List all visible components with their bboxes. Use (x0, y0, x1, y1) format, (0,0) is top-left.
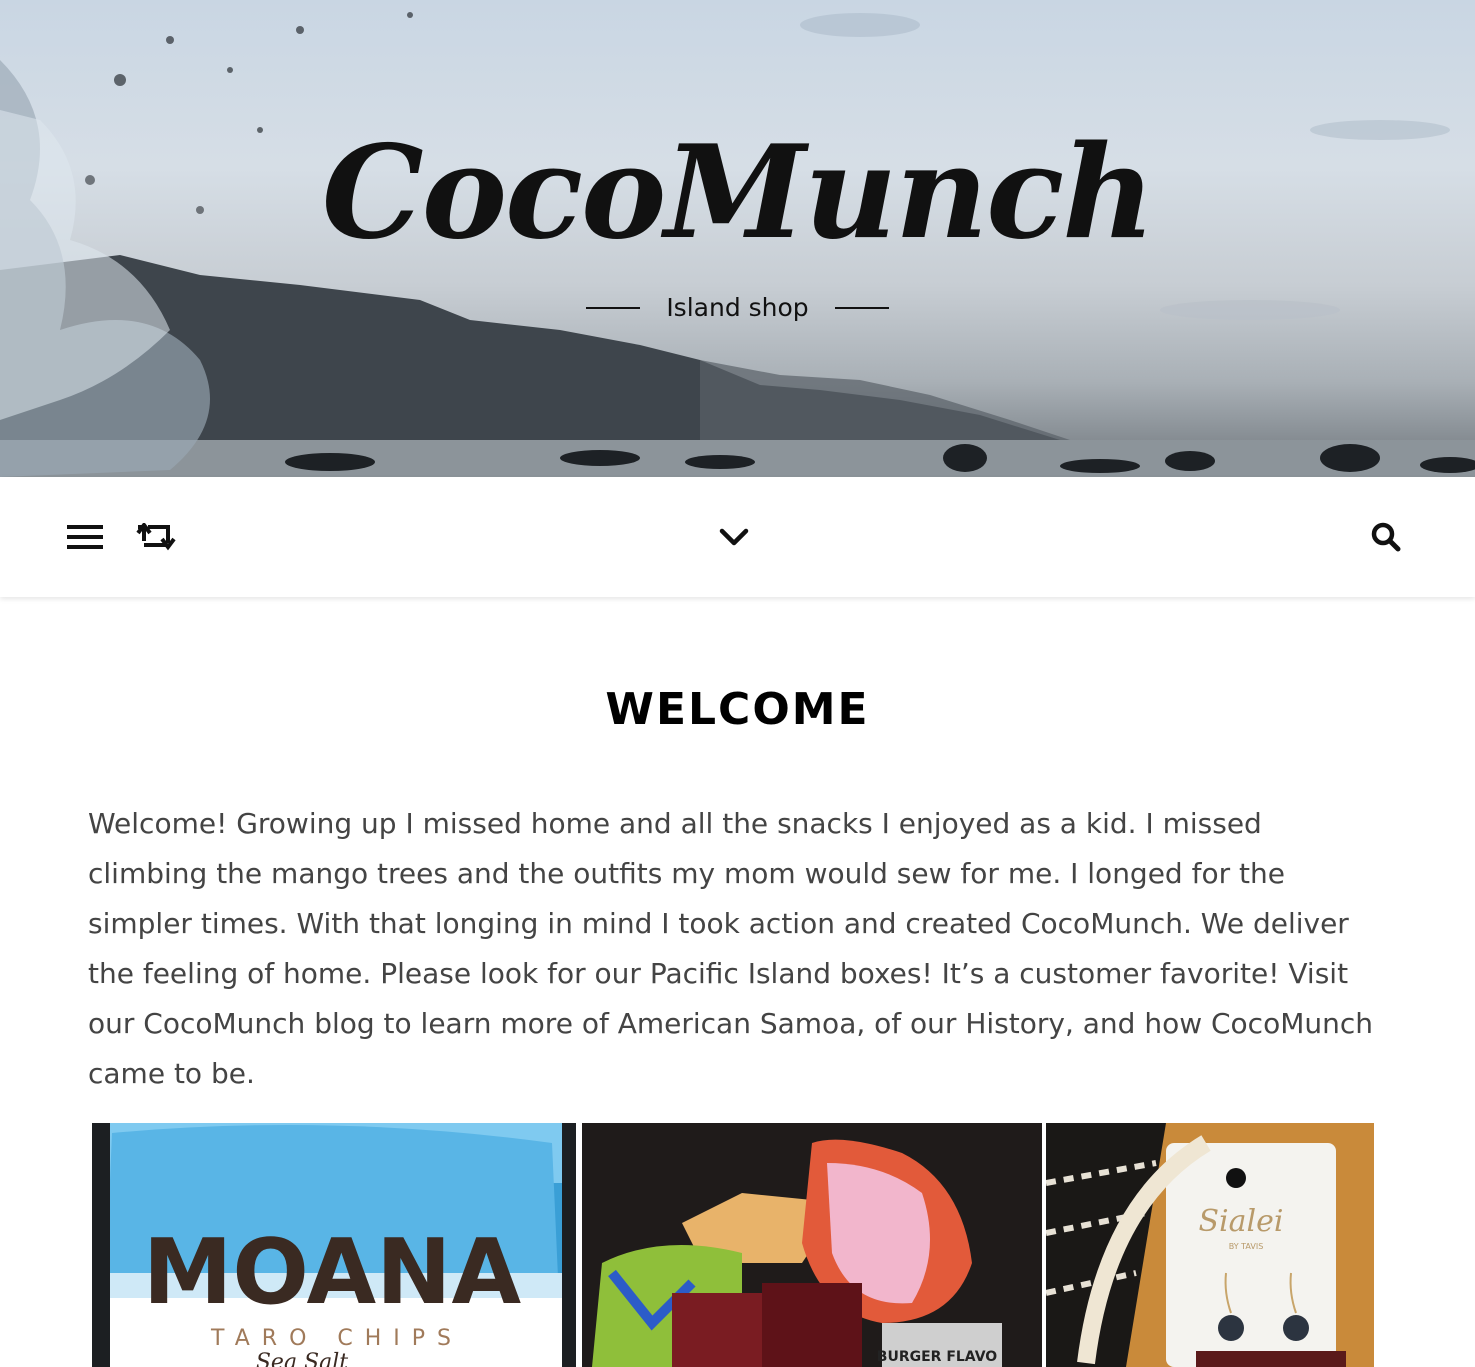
page-title: WELCOME (605, 684, 870, 735)
taro-chips-flavor: Sea Salt (256, 1350, 348, 1367)
shuffle-icon (136, 523, 176, 551)
site-tagline: Island shop (666, 293, 809, 322)
hamburger-icon (67, 525, 103, 549)
gallery-image-island-box[interactable]: BURGER FLAVO (582, 1123, 1042, 1367)
jewelry-brand: Sialei (1199, 1204, 1284, 1239)
gallery-image-jewelry[interactable]: Sialei BY TAVIS (1046, 1123, 1374, 1367)
tagline-rule-right (834, 307, 889, 309)
search-icon (1371, 522, 1401, 552)
gallery-image-taro-chips[interactable]: MOANA TARO CHIPS Sea Salt (92, 1123, 576, 1367)
expand-menu-button[interactable] (714, 517, 754, 557)
taro-chips-photo: MOANA TARO CHIPS Sea Salt (92, 1123, 576, 1367)
intro-paragraph: Welcome! Growing up I missed home and al… (88, 807, 1373, 1090)
search-button[interactable] (1366, 517, 1406, 557)
navigation-bar (0, 477, 1475, 597)
chevron-down-icon (719, 528, 749, 546)
site-logo-title[interactable]: CocoMunch (0, 118, 1475, 268)
tagline-row: Island shop (0, 288, 1475, 328)
random-post-button[interactable] (136, 517, 176, 557)
island-box-photo: BURGER FLAVO (582, 1123, 1042, 1367)
taro-chips-product: TARO CHIPS (210, 1326, 463, 1351)
hero-banner: CocoMunch Island shop (0, 0, 1475, 477)
menu-button[interactable] (65, 517, 105, 557)
jewelry-brand-sub: BY TAVIS (1229, 1242, 1264, 1251)
tagline-rule-left (586, 307, 641, 309)
taro-chips-brand: MOANA (143, 1220, 522, 1325)
jewelry-photo: Sialei BY TAVIS (1046, 1123, 1374, 1367)
island-box-label: BURGER FLAVO (877, 1349, 997, 1365)
